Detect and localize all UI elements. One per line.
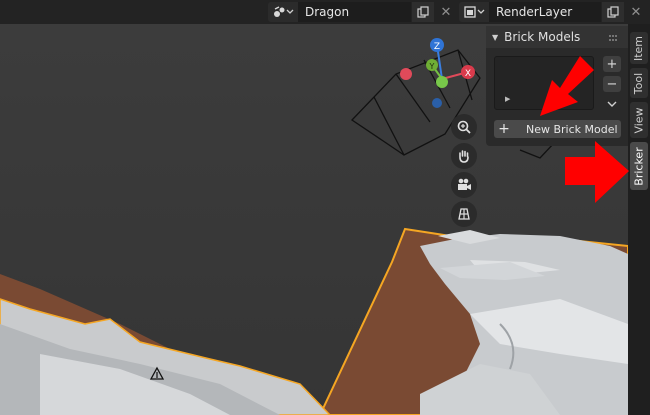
view-layer-name-field[interactable]: RenderLayer [489, 2, 601, 22]
new-brick-model-button[interactable]: + New Brick Model [494, 120, 621, 138]
panel-title: Brick Models [504, 30, 581, 44]
drag-handle-icon[interactable] [608, 34, 618, 42]
scene-name-field[interactable]: Dragon [298, 2, 411, 22]
tab-view[interactable]: View [630, 102, 648, 138]
list-expand-icon[interactable]: ▶ [505, 95, 510, 103]
svg-text:Z: Z [434, 42, 440, 52]
panel-header[interactable]: ▼ Brick Models [486, 26, 628, 48]
new-brick-model-label: New Brick Model [526, 122, 618, 136]
copy-icon[interactable] [412, 2, 434, 22]
view-layer-selector: RenderLayer ✕ [459, 2, 646, 22]
tab-tool[interactable]: Tool [630, 68, 648, 98]
scene-icon[interactable] [268, 2, 298, 22]
close-icon[interactable]: ✕ [626, 2, 646, 22]
tab-item[interactable]: Item [630, 32, 648, 64]
scene-selector: Dragon ✕ [268, 2, 456, 22]
pan-hand-icon[interactable] [451, 143, 477, 169]
remove-model-button[interactable]: − [603, 76, 621, 92]
grid-icon[interactable] [451, 201, 477, 227]
navigation-gizmo[interactable]: Z X Y [392, 36, 484, 120]
annotation-arrow [540, 56, 594, 116]
render-layer-icon[interactable] [459, 2, 489, 22]
svg-text:Y: Y [429, 62, 435, 71]
viewport-header: Dragon ✕ RenderLayer ✕ [0, 0, 650, 24]
collapse-triangle-icon[interactable]: ▼ [492, 33, 498, 42]
close-icon[interactable]: ✕ [436, 2, 456, 22]
svg-text:X: X [465, 69, 471, 79]
sidebar-tabs: Item Tool View Bricker [628, 24, 650, 415]
plus-icon: + [498, 121, 510, 137]
add-model-button[interactable]: + [603, 56, 621, 72]
zoom-icon[interactable] [451, 114, 477, 140]
list-menu-chevron-icon[interactable] [603, 96, 621, 112]
tab-bricker[interactable]: Bricker [630, 142, 648, 190]
camera-icon[interactable] [451, 172, 477, 198]
copy-icon[interactable] [602, 2, 624, 22]
annotation-arrow [565, 141, 629, 203]
